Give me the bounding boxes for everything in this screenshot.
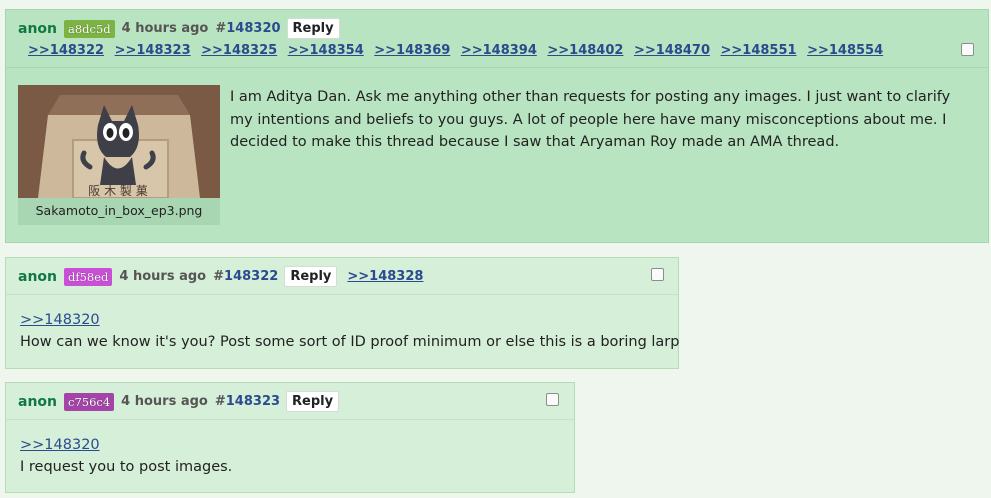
reply-button[interactable]: Reply <box>286 18 340 39</box>
image-thumbnail-container[interactable]: 阪 木 製 菓 Sakamoto_in_box_ep3.png <box>18 85 220 225</box>
reply-post: anon c756c4 4 hours ago #148323 Reply >>… <box>5 382 575 493</box>
poster-id-badge[interactable]: a8dc5d <box>64 19 115 38</box>
post-image[interactable]: 阪 木 製 菓 <box>18 85 220 198</box>
reply-button[interactable]: Reply <box>284 266 338 287</box>
post-time: 4 hours ago <box>119 269 207 284</box>
divider <box>6 67 988 68</box>
backlinks: >>148322 >>148323 >>148325 >>148354 >>148369… <box>28 43 894 58</box>
post-body: I am Aditya Dan. Ask me anything other t… <box>230 89 951 150</box>
poster-id-badge[interactable]: c756c4 <box>64 392 115 411</box>
reply-button[interactable]: Reply <box>286 391 340 412</box>
select-checkbox[interactable] <box>546 393 559 406</box>
poster-name: anon <box>18 268 57 285</box>
reply-post: anon df58ed 4 hours ago #148322 Reply >>… <box>5 257 679 369</box>
post-header: anon c756c4 4 hours ago #148323 Reply <box>18 391 340 412</box>
backlink[interactable]: >>148354 <box>288 43 364 58</box>
post-header: anon a8dc5d 4 hours ago #148320 Reply <box>18 18 340 39</box>
backlink[interactable]: >>148402 <box>547 43 623 58</box>
cat-in-box-image: 阪 木 製 菓 <box>18 85 220 198</box>
post-time: 4 hours ago <box>121 21 209 36</box>
post-number[interactable]: #148323 <box>215 394 280 409</box>
post-body: I request you to post images. <box>20 459 233 475</box>
backlink[interactable]: >>148554 <box>807 43 883 58</box>
image-filename[interactable]: Sakamoto_in_box_ep3.png <box>18 203 220 218</box>
divider <box>6 419 574 420</box>
svg-text:阪 木 製 菓: 阪 木 製 菓 <box>88 184 147 198</box>
backlink[interactable]: >>148394 <box>461 43 537 58</box>
backlink[interactable]: >>148325 <box>201 43 277 58</box>
poster-id-badge[interactable]: df58ed <box>64 267 113 286</box>
backlink[interactable]: >>148470 <box>634 43 710 58</box>
poster-name: anon <box>18 393 57 410</box>
divider <box>6 294 678 295</box>
quote-link[interactable]: >>148320 <box>20 312 100 328</box>
backlink[interactable]: >>148322 <box>28 43 104 58</box>
post-header: anon df58ed 4 hours ago #148322 Reply >>… <box>18 266 423 287</box>
post-number[interactable]: #148320 <box>215 21 280 36</box>
backlink[interactable]: >>148369 <box>374 43 450 58</box>
post-time: 4 hours ago <box>121 394 208 409</box>
select-checkbox[interactable] <box>651 268 664 281</box>
post-body: How can we know it's you? Post some sort… <box>20 334 680 350</box>
select-checkbox[interactable] <box>961 43 974 56</box>
op-post: anon a8dc5d 4 hours ago #148320 Reply >>… <box>5 9 989 243</box>
poster-name: anon <box>18 20 57 37</box>
backlink[interactable]: >>148323 <box>115 43 191 58</box>
backlink[interactable]: >>148551 <box>721 43 797 58</box>
quote-link[interactable]: >>148320 <box>20 437 100 453</box>
post-number[interactable]: #148322 <box>213 269 278 284</box>
backlink[interactable]: >>148328 <box>347 269 423 284</box>
